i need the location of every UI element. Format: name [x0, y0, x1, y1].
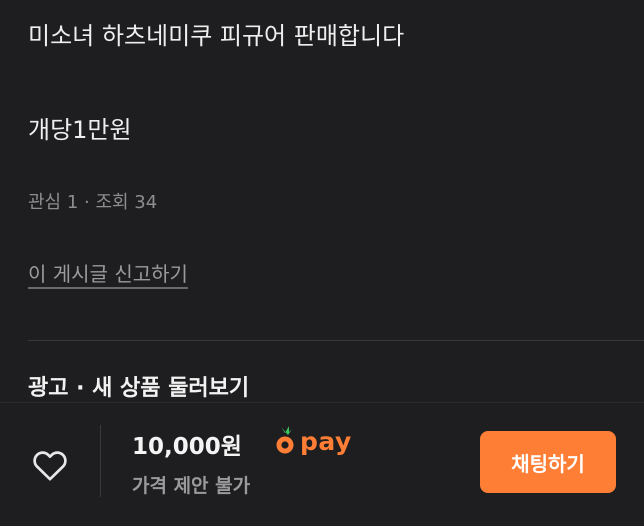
pay-badge: pay [274, 423, 352, 459]
pay-label: pay [300, 426, 352, 456]
post-stats: 관심 1 · 조회 34 [28, 192, 158, 213]
section-divider [28, 340, 644, 341]
product-detail-page: 미소녀 하츠네미쿠 피규어 판매합니다 개당1만원 관심 1 · 조회 34 이… [0, 0, 644, 526]
description-line-1: 미소녀 하츠네미쿠 피규어 판매합니다 [28, 22, 405, 50]
bottom-action-bar: 10,000원 pay 가격 제안 불가 채팅하기 [0, 402, 644, 526]
price-negotiation-note: 가격 제안 불가 [132, 475, 251, 497]
report-post-link[interactable]: 이 게시글 신고하기 [28, 258, 188, 287]
carrot-pay-icon [276, 426, 294, 454]
ads-section-title: 광고 · 새 상품 둘러보기 [28, 376, 250, 401]
vertical-separator [100, 425, 101, 497]
heart-outline-icon[interactable] [30, 445, 70, 485]
description-line-2: 개당1만원 [28, 116, 132, 144]
chat-button[interactable]: 채팅하기 [480, 431, 616, 493]
price: 10,000원 [132, 434, 242, 460]
